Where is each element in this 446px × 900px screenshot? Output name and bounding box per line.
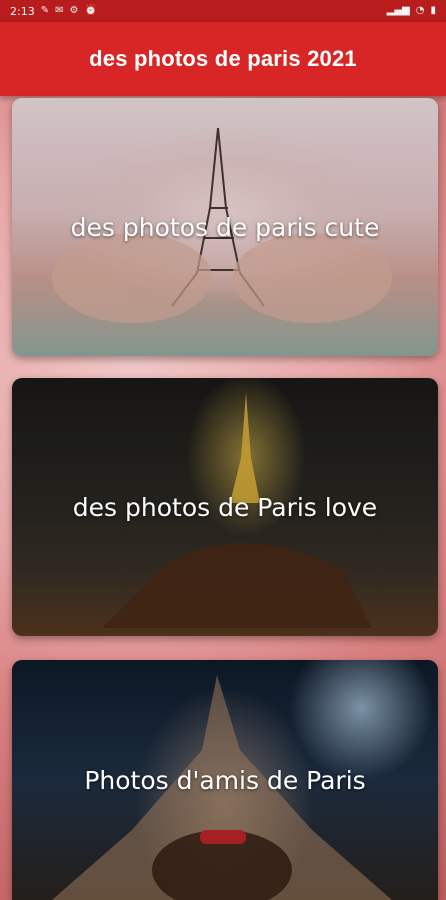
settings-icon: ⚙: [69, 5, 79, 16]
category-card-friends[interactable]: Photos d'amis de Paris: [12, 660, 438, 900]
alarm-icon: ⏰: [84, 5, 97, 16]
signal-icon: ▂▄▆: [386, 5, 410, 16]
status-time: 2:13: [10, 4, 35, 18]
wifi-icon: ◔: [415, 5, 425, 16]
card-label: des photos de paris cute: [70, 212, 380, 242]
app-title: des photos de paris 2021: [89, 46, 357, 71]
mail-icon: ✉: [55, 5, 64, 16]
card-label: Photos d'amis de Paris: [84, 765, 366, 795]
category-card-cute[interactable]: des photos de paris cute: [12, 98, 438, 356]
status-bar: 2:13 ✎ ✉ ⚙ ⏰ ▂▄▆ ◔ ▮: [0, 0, 446, 22]
category-card-love[interactable]: des photos de Paris love: [12, 378, 438, 636]
battery-icon: ▮: [430, 5, 436, 16]
app-bar: des photos de paris 2021: [0, 22, 446, 96]
status-right: ▂▄▆ ◔ ▮: [387, 6, 436, 16]
status-left: 2:13 ✎ ✉ ⚙ ⏰: [10, 5, 97, 18]
notification-icon: ✎: [40, 5, 50, 16]
card-label: des photos de Paris love: [72, 492, 378, 522]
